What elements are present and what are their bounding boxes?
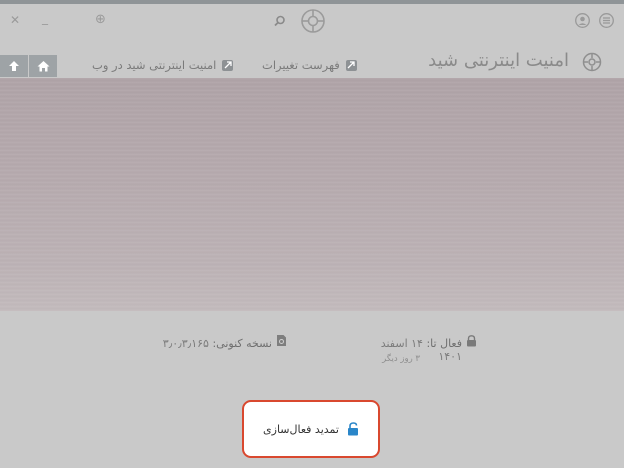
arrow-up-icon bbox=[9, 61, 19, 71]
target-icon bbox=[582, 52, 602, 72]
current-version: نسخه کنونی: ۳٫۰٫۳٫۱۶۵ bbox=[148, 337, 272, 350]
file-icon bbox=[277, 335, 286, 346]
changelog-link[interactable]: فهرست تغییرات bbox=[262, 58, 357, 72]
lock-icon bbox=[467, 335, 476, 347]
renew-activation-button[interactable]: تمدید فعال‌سازی bbox=[242, 400, 380, 458]
search-icon[interactable] bbox=[274, 15, 286, 27]
banner-image bbox=[0, 78, 624, 311]
external-link-icon bbox=[345, 59, 357, 71]
close-icon[interactable]: ✕ bbox=[10, 14, 20, 26]
crosshair-small-icon[interactable]: ⊕ bbox=[95, 13, 106, 26]
active-until-label: فعال تا: bbox=[426, 337, 462, 350]
unlock-icon bbox=[347, 422, 358, 436]
renew-activation-label: تمدید فعال‌سازی bbox=[263, 422, 339, 436]
days-remaining: ۳ روز دیگر bbox=[382, 354, 420, 364]
external-link-icon bbox=[222, 59, 234, 71]
page-title: امنیت اینترنتی شید bbox=[428, 50, 569, 71]
current-version-label: نسخه کنونی: bbox=[212, 337, 272, 350]
target-logo-icon bbox=[301, 9, 325, 33]
title-bar: ✕ _ ⊕ bbox=[0, 4, 624, 34]
web-security-link-label: امنیت اینترنتی شید در وب bbox=[92, 58, 217, 72]
web-security-link[interactable]: امنیت اینترنتی شید در وب bbox=[92, 58, 234, 72]
up-button[interactable] bbox=[0, 55, 28, 77]
current-version-value: ۳٫۰٫۳٫۱۶۵ bbox=[162, 337, 209, 350]
user-icon[interactable] bbox=[575, 13, 590, 28]
minimize-icon[interactable]: _ bbox=[42, 12, 48, 24]
home-button[interactable] bbox=[29, 55, 57, 77]
menu-icon[interactable] bbox=[599, 13, 614, 28]
home-icon bbox=[37, 61, 49, 72]
changelog-link-label: فهرست تغییرات bbox=[262, 58, 340, 72]
